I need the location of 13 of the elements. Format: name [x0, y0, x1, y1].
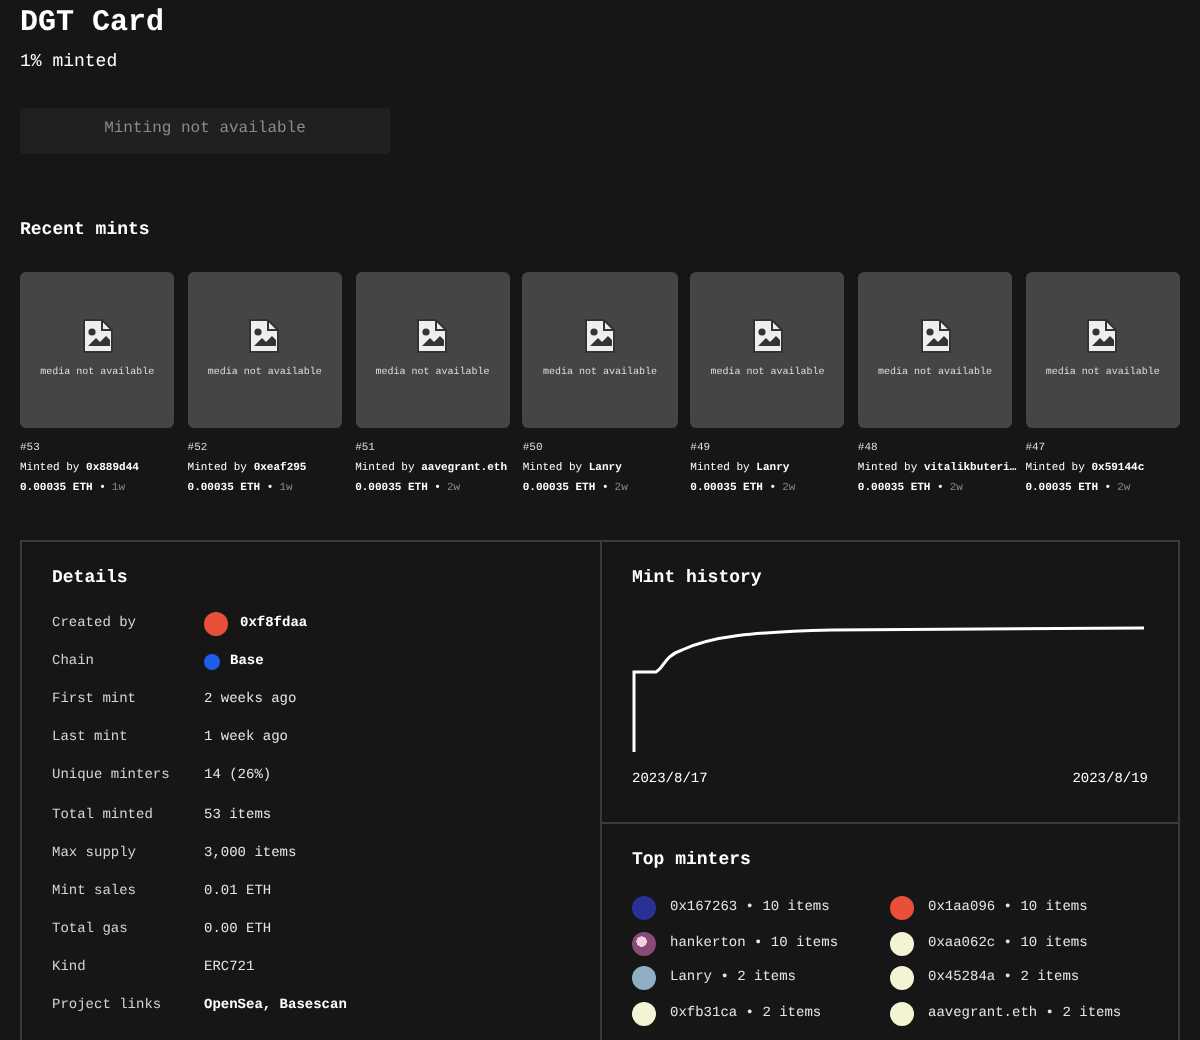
broken-image-icon: [248, 318, 281, 355]
broken-image-icon: [1086, 318, 1119, 355]
section-heading: Top minters: [632, 847, 753, 874]
section-heading: Mint history: [632, 565, 764, 592]
minted-percent: 1% minted: [20, 50, 120, 76]
section-heading: Recent mints: [20, 217, 152, 243]
page-title: DGT Card: [20, 6, 167, 42]
section-heading: Details: [52, 565, 130, 592]
broken-image-icon: [583, 318, 616, 355]
broken-image-icon: [751, 318, 784, 355]
broken-image-icon: [416, 318, 449, 355]
broken-image-icon: [919, 318, 952, 355]
broken-image-icon: [81, 318, 114, 355]
